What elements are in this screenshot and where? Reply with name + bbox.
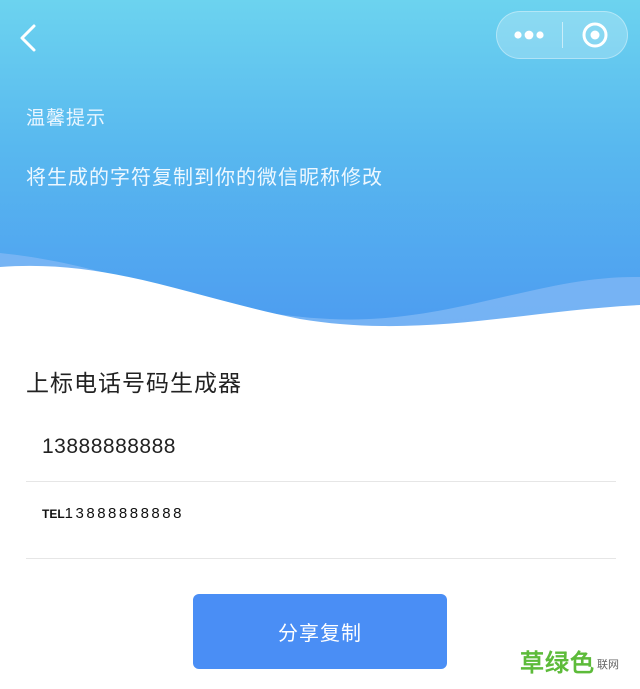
header-banner: 温馨提示 将生成的字符复制到你的微信昵称修改	[0, 0, 640, 330]
more-dots-icon	[514, 30, 544, 40]
tel-output-field: TEL13888888888	[26, 482, 616, 559]
share-copy-button[interactable]: 分享复制	[193, 594, 447, 669]
tel-number: 13888888888	[64, 505, 184, 522]
close-button[interactable]	[563, 12, 628, 58]
wave-decoration	[0, 253, 640, 330]
watermark: 草绿色 联网	[520, 642, 632, 678]
tel-prefix: TEL	[42, 507, 65, 521]
watermark-logo-text: 草绿色	[520, 648, 595, 677]
mini-program-capsule	[496, 11, 628, 59]
phone-input[interactable]	[42, 432, 602, 462]
tip-title: 温馨提示	[26, 107, 107, 129]
tip-text: 将生成的字符复制到你的微信昵称修改	[26, 165, 383, 189]
phone-field	[26, 410, 616, 482]
back-button[interactable]	[8, 18, 48, 58]
watermark-small-text: 联网	[597, 658, 619, 671]
more-button[interactable]	[497, 12, 562, 58]
tel-output[interactable]: TEL13888888888	[42, 505, 184, 523]
generator-title: 上标电话号码生成器	[26, 371, 242, 397]
chevron-left-icon	[20, 24, 36, 52]
target-circle-icon	[582, 22, 608, 48]
